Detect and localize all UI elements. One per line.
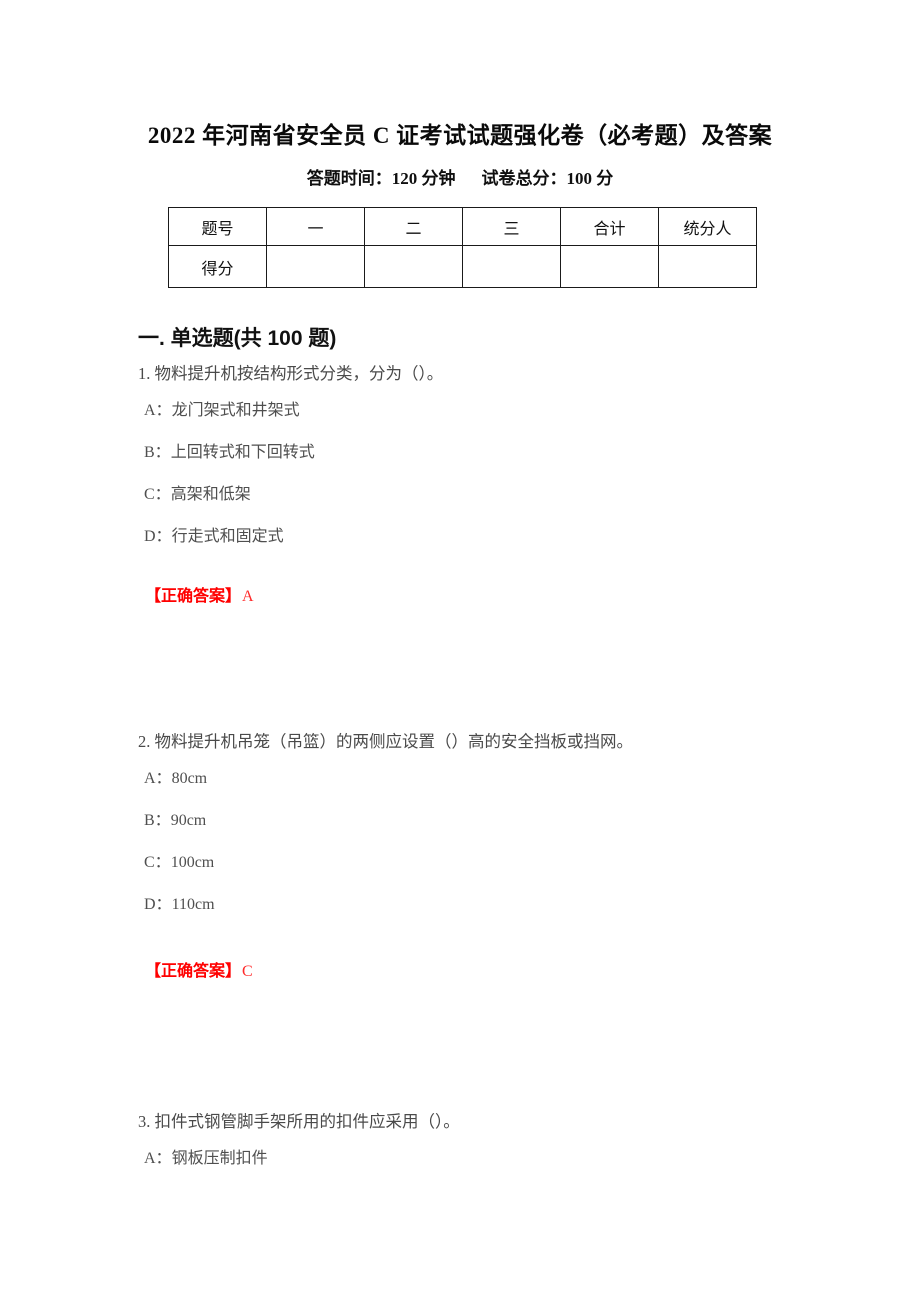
question-item: 2. 物料提升机吊笼（吊篮）的两侧应设置（）高的安全挡板或挡网。 A：80cm … [138,730,878,917]
option-d[interactable]: D：行走式和固定式 [138,525,878,549]
question-stem: 2. 物料提升机吊笼（吊篮）的两侧应设置（）高的安全挡板或挡网。 [138,732,633,751]
option-c[interactable]: C：100cm [138,851,878,875]
table-header-cell: 二 [364,207,463,246]
option-text: 高架和低架 [170,485,251,503]
option-key: D： [144,527,172,545]
option-text: 90cm [170,811,207,829]
question-stem: 1. 物料提升机按结构形式分类，分为（）。 [138,364,444,383]
total-score: 试卷总分：100 分 [481,169,614,188]
exam-meta: 答题时间：120 分钟 试卷总分：100 分 [0,164,920,189]
table-row: 得分 [168,245,757,288]
correct-answer-label: 【正确答案】 [145,963,242,980]
table-header-cell: 一 [266,207,365,246]
table-header-cell: 题号 [168,207,267,246]
option-key: D： [144,895,172,913]
option-text: 行走式和固定式 [171,527,284,545]
page-title: 2022 年河南省安全员 C 证考试试题强化卷（必考题）及答案 [147,123,773,148]
option-text: 龙门架式和井架式 [171,401,300,419]
option-a[interactable]: A：钢板压制扣件 [138,1147,878,1171]
score-cell[interactable] [658,245,757,288]
correct-answer: 【正确答案】A [145,582,254,606]
option-key: A： [144,769,172,787]
option-c[interactable]: C：高架和低架 [138,483,878,507]
question-stem: 3. 扣件式钢管脚手架所用的扣件应采用（）。 [138,1112,460,1131]
option-key: B： [144,811,171,829]
score-cell[interactable] [266,245,365,288]
option-text: 上回转式和下回转式 [170,443,315,461]
correct-answer-label: 【正确答案】 [145,588,242,605]
section-heading: 一. 单选题(共 100 题) [138,327,337,350]
score-cell[interactable] [364,245,463,288]
option-a[interactable]: A：80cm [138,767,878,791]
correct-answer-value: A [242,588,254,605]
option-key: C： [144,853,171,871]
table-header-cell: 三 [462,207,561,246]
option-d[interactable]: D：110cm [138,893,878,917]
score-cell[interactable] [560,245,659,288]
table-header-cell: 统分人 [658,207,757,246]
option-b[interactable]: B：上回转式和下回转式 [138,441,878,465]
option-key: B： [144,443,171,461]
option-text: 钢板压制扣件 [171,1149,268,1167]
question-item: 3. 扣件式钢管脚手架所用的扣件应采用（）。 A：钢板压制扣件 [138,1110,878,1171]
option-key: A： [144,1149,172,1167]
correct-answer: 【正确答案】C [145,957,253,981]
correct-answer-value: C [242,963,253,980]
option-b[interactable]: B：90cm [138,809,878,833]
score-table: 题号 一 二 三 合计 统分人 得分 [168,207,757,288]
answer-time: 答题时间：120 分钟 [306,169,456,188]
question-item: 1. 物料提升机按结构形式分类，分为（）。 A：龙门架式和井架式 B：上回转式和… [138,362,878,549]
option-a[interactable]: A：龙门架式和井架式 [138,399,878,423]
option-key: A： [144,401,172,419]
option-key: C： [144,485,171,503]
score-cell[interactable] [462,245,561,288]
question-options: A：龙门架式和井架式 B：上回转式和下回转式 C：高架和低架 D：行走式和固定式 [138,399,878,549]
question-options: A：80cm B：90cm C：100cm D：110cm [138,767,878,917]
question-options: A：钢板压制扣件 [138,1147,878,1171]
exam-page: 2022 年河南省安全员 C 证考试试题强化卷（必考题）及答案 答题时间：120… [0,0,920,1302]
score-row-label: 得分 [168,245,267,288]
table-header-cell: 合计 [560,207,659,246]
option-text: 100cm [170,853,215,871]
table-row-header: 题号 一 二 三 合计 统分人 [168,207,757,246]
option-text: 80cm [171,769,208,787]
option-text: 110cm [171,895,215,913]
